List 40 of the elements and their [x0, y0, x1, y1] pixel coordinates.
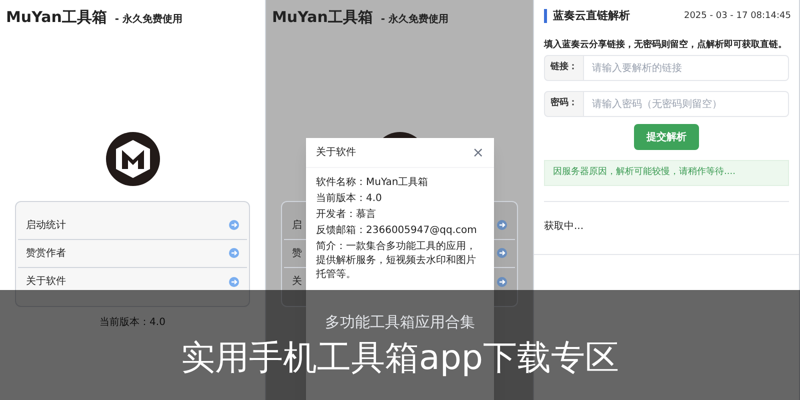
hexagon-m-logo [104, 130, 160, 186]
accent-bar [544, 9, 547, 24]
menu-label: 启动统计 [26, 218, 66, 232]
menu-label: 赞赏作者 [26, 246, 66, 260]
menu-item[interactable]: 赞赏作者 [18, 240, 247, 268]
status-text: 获取中... [544, 221, 584, 232]
dialog-title: 关于软件 [316, 146, 356, 160]
arrow-circle-icon [229, 220, 239, 230]
arrow-circle-icon [229, 276, 239, 286]
input-field[interactable]: 请输入要解析的链接 [584, 56, 788, 80]
menu-label: 关 [292, 274, 302, 289]
menu-item[interactable]: 启动统计 [18, 212, 247, 240]
app-title: MuYan工具箱 [272, 7, 373, 28]
arrow-circle-icon [497, 248, 507, 258]
date-time: 2025 - 03 - 17 08:14:45 [684, 10, 791, 22]
info-line: 反馈邮箱：2366005947@qq.com [316, 224, 478, 238]
info-line: 简介：一款集合多功能工具的应用，提供解析服务，短视频去水印和图片托管等。 [316, 240, 477, 282]
field-label: 密码： [544, 91, 584, 117]
menu-label: 启 [292, 218, 302, 232]
banner-title: 实用手机工具箱app下载专区 [181, 337, 619, 380]
info-line: 开发者：慕言 [316, 208, 377, 222]
arrow-circle-icon [229, 248, 239, 258]
arrow-circle-icon [497, 220, 507, 230]
notice-text: 因服务器原因，解析可能较慢，请稍作等待.... [553, 166, 736, 180]
input-field[interactable]: 请输入密码（无密码则留空） [584, 92, 788, 116]
close-button[interactable]: × [472, 146, 484, 160]
version-text: 当前版本：4.0 [100, 316, 166, 330]
page-title: 蓝奏云直链解析 [553, 8, 630, 24]
info-line: 当前版本：4.0 [316, 192, 383, 206]
app-subtitle: - 永久免费使用 [114, 12, 183, 27]
app-subtitle: - 永久免费使用 [380, 12, 449, 27]
menu-label: 赞 [292, 246, 302, 260]
menu-label: 关于软件 [26, 274, 66, 289]
info-line: 软件名称：MuYan工具箱 [316, 176, 430, 190]
field-label: 链接： [544, 55, 584, 81]
menu-item[interactable]: 关于软件 [18, 268, 247, 296]
app-title: MuYan工具箱 [6, 7, 107, 28]
arrow-circle-icon [497, 276, 507, 286]
instructions: 填入蓝奏云分享链接，无密码则留空，点解析即可获取直链。 [544, 38, 788, 52]
banner-subtitle: 多功能工具箱应用合集 [325, 312, 475, 333]
